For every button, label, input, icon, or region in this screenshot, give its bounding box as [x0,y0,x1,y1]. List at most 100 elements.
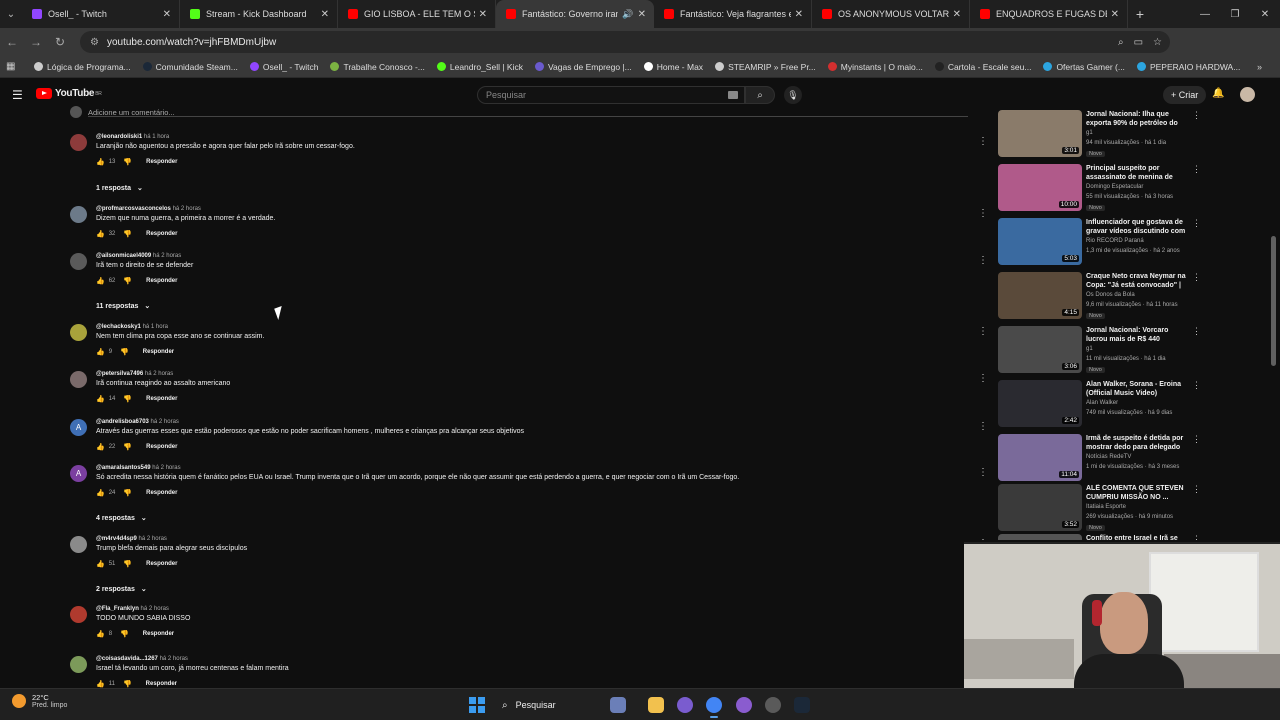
minimize-icon[interactable]: — [1190,0,1220,28]
replies-toggle[interactable]: 1 resposta ⌄ [96,184,143,193]
video-card[interactable]: 5:03 Influenciador que gostava de gravar … [998,218,1260,270]
keyboard-icon[interactable] [728,91,738,99]
comment-author[interactable]: @profmarcosvasconcelos [96,206,171,212]
reload-icon[interactable]: ↻ [48,35,72,49]
close-window-icon[interactable]: ✕ [1250,0,1280,28]
video-title[interactable]: Conflito entre Israel e Irã se [1086,534,1186,540]
browser-tab[interactable]: Fantástico: Governo iranian🔊 ✕ [496,0,654,28]
avatar[interactable] [70,371,87,388]
video-thumbnail[interactable]: 5:03 [998,218,1082,265]
reply-button[interactable]: Responder [146,396,177,402]
dislike-icon[interactable]: 👎 [120,348,129,356]
reply-button[interactable]: Responder [143,349,174,355]
comment-time[interactable]: há 2 horas [151,419,179,425]
comment-menu-icon[interactable]: ⋮ [978,467,988,478]
bookmark-item[interactable]: Trabalhe Conosco -... [324,62,430,72]
reply-button[interactable]: Responder [146,159,177,165]
video-title[interactable]: Irmã de suspeito é detida por mostrar de… [1086,434,1186,452]
comment-author[interactable]: @andrelisboa6703 [96,419,149,425]
video-thumbnail[interactable]: 3:52 [998,484,1082,531]
widget-icon[interactable] [610,697,626,713]
weather-widget[interactable]: 22°C Pred. limpo [12,693,67,709]
bookmark-item[interactable]: Myinstants | O maio... [822,62,929,72]
video-card[interactable]: 4:15 Craque Neto crava Neymar na Copa: "J… [998,272,1260,324]
close-tab-icon[interactable]: ✕ [953,9,961,20]
comment-author[interactable]: @m4rv4d4sp9 [96,536,137,542]
bookmark-item[interactable]: Cartola - Escale seu... [929,62,1038,72]
file-explorer-icon[interactable] [648,697,664,713]
video-card[interactable]: 3:01 Jornal Nacional: Ilha que exporta 90… [998,110,1260,162]
video-menu-icon[interactable]: ⋮ [1192,272,1201,283]
reply-button[interactable]: Responder [146,444,177,450]
video-title[interactable]: Jornal Nacional: Vorcaro lucrou mais de … [1086,326,1186,344]
reply-button[interactable]: Responder [146,231,177,237]
video-thumbnail[interactable]: 11:04 [998,434,1082,481]
address-bar[interactable]: ⚙ youtube.com/watch?v=jhFBMDmUjbw ⌕ ▭ ☆ [80,31,1170,53]
scrollbar[interactable] [1271,236,1276,366]
dislike-icon[interactable]: 👎 [123,680,132,688]
bookmark-item[interactable]: STEAMRIP » Free Pr... [709,62,822,72]
comment-menu-icon[interactable]: ⋮ [978,208,988,219]
avatar[interactable] [70,206,87,223]
video-menu-icon[interactable]: ⋮ [1192,434,1201,445]
video-channel[interactable]: Alan Walker [1086,400,1118,406]
like-icon[interactable]: 👍 [96,230,105,238]
close-tab-icon[interactable]: ✕ [1111,9,1119,20]
tab-search-icon[interactable]: ⌄ [0,0,22,28]
comment-time[interactable]: há 2 horas [173,206,201,212]
obs-icon[interactable] [765,697,781,713]
speaker-icon[interactable]: 🔊 [622,9,633,20]
avatar[interactable] [70,134,87,151]
video-channel[interactable]: Domingo Espetacular [1086,184,1143,190]
apps-grid-icon[interactable]: ▦ [6,61,28,72]
dislike-icon[interactable]: 👎 [123,443,132,451]
start-button[interactable] [469,697,485,713]
maximize-icon[interactable]: ❐ [1220,0,1250,28]
avatar[interactable]: A [70,419,87,436]
forward-icon[interactable]: → [24,35,48,49]
bookmark-item[interactable]: Vagas de Emprego |... [529,62,638,72]
reply-button[interactable]: Responder [146,490,177,496]
video-card[interactable]: 3:52 ALÊ COMENTA QUE STEVEN CUMPRIU MISSÃ… [998,484,1260,536]
replies-toggle[interactable]: 4 respostas ⌄ [96,514,147,523]
like-icon[interactable]: 👍 [96,560,105,568]
bookmark-item[interactable]: Lógica de Programa... [28,62,137,72]
bookmark-item[interactable]: Osell_ - Twitch [244,62,325,72]
video-thumbnail[interactable]: 2:42 [998,380,1082,427]
like-icon[interactable]: 👍 [96,348,105,356]
video-card[interactable]: 10:00 Principal suspeito por assassinato … [998,164,1260,216]
discord-icon[interactable] [677,697,693,713]
dislike-icon[interactable]: 👎 [123,277,132,285]
bookmark-item[interactable]: PEPERAIO HARDWA... [1131,62,1246,72]
video-thumbnail[interactable] [998,534,1082,540]
dislike-icon[interactable]: 👎 [120,630,129,638]
video-menu-icon[interactable]: ⋮ [1192,484,1201,495]
search-button[interactable]: ⌕ [745,86,775,104]
comment-author[interactable]: @leonardoliski1 [96,134,142,140]
comment-time[interactable]: há 2 horas [152,465,180,471]
chrome-icon[interactable] [706,697,722,718]
zoom-icon[interactable]: ⌕ [1118,37,1124,48]
comment-menu-icon[interactable]: ⋮ [978,421,988,432]
video-card[interactable]: Conflito entre Israel e Irã se ⋮ [998,534,1260,540]
like-icon[interactable]: 👍 [96,158,105,166]
video-menu-icon[interactable]: ⋮ [1192,326,1201,337]
avatar[interactable] [70,656,87,673]
video-menu-icon[interactable]: ⋮ [1192,534,1201,540]
comment-menu-icon[interactable]: ⋮ [978,255,988,266]
create-button[interactable]: + Criar [1163,86,1207,104]
replies-toggle[interactable]: 2 respostas ⌄ [96,585,147,594]
comment-time[interactable]: há 1 hora [144,134,169,140]
voice-search-icon[interactable]: 🎙 [784,86,802,104]
video-thumbnail[interactable]: 3:01 [998,110,1082,157]
comment-time[interactable]: há 2 horas [141,606,169,612]
browser-tab[interactable]: OS ANONYMOUS VOLTARAM ✕ [812,0,970,28]
comment-time[interactable]: há 2 horas [153,253,181,259]
dislike-icon[interactable]: 👎 [123,489,132,497]
video-thumbnail[interactable]: 4:15 [998,272,1082,319]
video-title[interactable]: Craque Neto crava Neymar na Copa: "Já es… [1086,272,1186,290]
video-menu-icon[interactable]: ⋮ [1192,218,1201,229]
video-menu-icon[interactable]: ⋮ [1192,164,1201,175]
like-icon[interactable]: 👍 [96,277,105,285]
like-icon[interactable]: 👍 [96,443,105,451]
